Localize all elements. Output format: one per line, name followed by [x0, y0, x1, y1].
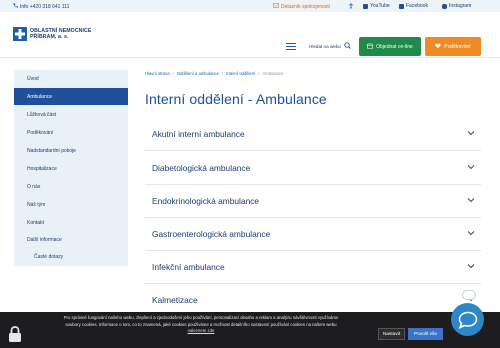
phone-text: Info +420 318 641 111	[20, 3, 70, 10]
youtube-label: YouTube	[370, 3, 390, 9]
accordion-item[interactable]: Gastroenterologická ambulance	[145, 217, 481, 251]
chat-bubble-icon	[458, 311, 477, 329]
cookie-accept-button[interactable]: Povolit vše	[408, 328, 443, 340]
survey-link[interactable]: Dotazník spokojenosti	[273, 3, 330, 10]
accessibility-link[interactable]	[348, 3, 354, 11]
search-link[interactable]: Hledat na webu	[309, 42, 351, 50]
search-label: Hledat na webu	[309, 43, 341, 49]
breadcrumb-separator: /	[258, 71, 260, 76]
facebook-label: Facebook	[406, 3, 428, 9]
logo-text: OBLASTNÍ NEMOCNICE PŘÍBRAM, a. s.	[30, 28, 91, 40]
menu-button[interactable]	[280, 38, 302, 54]
hamburger-line	[286, 48, 296, 50]
order-online-label: Objednat on-line	[376, 43, 413, 50]
survey-icon	[273, 3, 279, 10]
sidebar-item-caste-dotazy[interactable]: Časté dotazy	[14, 248, 128, 265]
breadcrumb-item[interactable]: Oddělení a ambulance	[177, 71, 219, 76]
cookie-info-link[interactable]: naleznete zde	[188, 328, 215, 333]
sidebar-item-dalsi-informace[interactable]: Další informace	[14, 231, 128, 248]
cookie-text-line: Pro správné fungování našeho webu, zlepš…	[63, 315, 339, 320]
chat-button[interactable]	[451, 303, 484, 336]
youtube-link[interactable]: YouTube	[363, 3, 390, 9]
breadcrumb-current: Ambulance	[262, 71, 284, 76]
accessibility-icon	[348, 3, 354, 11]
accordion-label: Infekční ambulance	[152, 261, 225, 272]
calendar-icon	[367, 43, 373, 51]
sidebar-item-hospitalizace[interactable]: Hospitalizace	[14, 160, 128, 177]
lock-icon	[8, 326, 22, 342]
sidebar-item-o-nas[interactable]: O nás	[14, 178, 128, 195]
scroll-indicator[interactable]	[462, 290, 476, 300]
page-title: Interní oddělení - Ambulance	[145, 91, 327, 107]
breadcrumb: Hlavní strana / Oddělení a ambulance / I…	[145, 71, 283, 76]
breadcrumb-separator: /	[172, 71, 174, 76]
chevron-down-icon	[467, 198, 475, 203]
accordion-label: Gastroenterologická ambulance	[152, 228, 271, 239]
accordion-item[interactable]: Akutní interní ambulance	[145, 117, 481, 151]
cookie-banner: Pro správné fungování našeho webu, zlepš…	[0, 312, 500, 348]
sidebar-item-podekovani[interactable]: Poděkování	[14, 124, 128, 141]
logo-line-2: PŘÍBRAM, a. s.	[30, 34, 69, 40]
sidebar-item-ambulance[interactable]: Ambulance	[14, 88, 128, 105]
instagram-icon	[442, 3, 447, 9]
order-online-button[interactable]: Objednat on-line	[359, 37, 421, 56]
chevron-down-icon	[467, 165, 475, 170]
facebook-link[interactable]: Facebook	[399, 3, 428, 9]
search-icon	[344, 42, 351, 50]
chevron-down-icon	[467, 231, 475, 236]
cookie-text: Pro správné fungování našeho webu, zlepš…	[30, 315, 372, 335]
hamburger-icon	[286, 42, 296, 44]
accordion-label: Diabetologická ambulance	[152, 162, 251, 173]
accordion-item[interactable]: Infekční ambulance	[145, 250, 481, 284]
youtube-icon	[363, 3, 368, 9]
breadcrumb-separator: /	[221, 71, 224, 76]
accordion-item[interactable]: Diabetologická ambulance	[145, 151, 481, 185]
hamburger-line	[286, 45, 296, 47]
chevron-down-icon	[467, 131, 475, 136]
sidebar-item-nas-tym[interactable]: Náš tým	[14, 196, 128, 213]
sidebar-item-luzkova-cast[interactable]: Lůžková část	[14, 106, 128, 123]
top-bar: Info +420 318 641 111 Dotazník spokojeno…	[0, 0, 500, 12]
thanks-button[interactable]: Poděkování	[425, 37, 481, 56]
instagram-label: Instagram	[449, 3, 472, 9]
sidebar-item-uvod[interactable]: Úvod	[14, 70, 128, 87]
sidebar-item-kontakt[interactable]: Kontakt	[14, 214, 128, 231]
heart-icon	[435, 43, 441, 51]
thanks-label: Poděkování	[444, 43, 471, 50]
breadcrumb-item[interactable]: Interní oddělení	[226, 71, 255, 76]
phone-icon	[13, 3, 18, 10]
survey-text: Dotazník spokojenosti	[281, 3, 330, 10]
logo-cross-icon	[13, 27, 27, 41]
sidebar-item-nadstandardni-pokoje[interactable]: Nadstandardní pokoje	[14, 142, 128, 159]
instagram-link[interactable]: Instagram	[442, 3, 471, 9]
site-header: OBLASTNÍ NEMOCNICE PŘÍBRAM, a. s. Hledat…	[0, 12, 500, 58]
accordion-label: Kalmetizace	[152, 295, 198, 305]
hospital-logo[interactable]: OBLASTNÍ NEMOCNICE PŘÍBRAM, a. s.	[13, 27, 91, 41]
cookie-settings-button[interactable]: Nastavit	[378, 328, 405, 340]
facebook-icon	[399, 3, 404, 9]
sidebar-nav: Úvod Ambulance Lůžková část Poděkování N…	[14, 70, 128, 266]
accordion-item[interactable]: Endokrinologická ambulance	[145, 184, 481, 218]
accordion-label: Akutní interní ambulance	[152, 128, 245, 139]
accordion-label: Endokrinologická ambulance	[152, 195, 260, 206]
phone-contact[interactable]: Info +420 318 641 111	[13, 3, 69, 10]
breadcrumb-item[interactable]: Hlavní strana	[145, 71, 170, 76]
chevron-down-icon	[467, 264, 475, 269]
